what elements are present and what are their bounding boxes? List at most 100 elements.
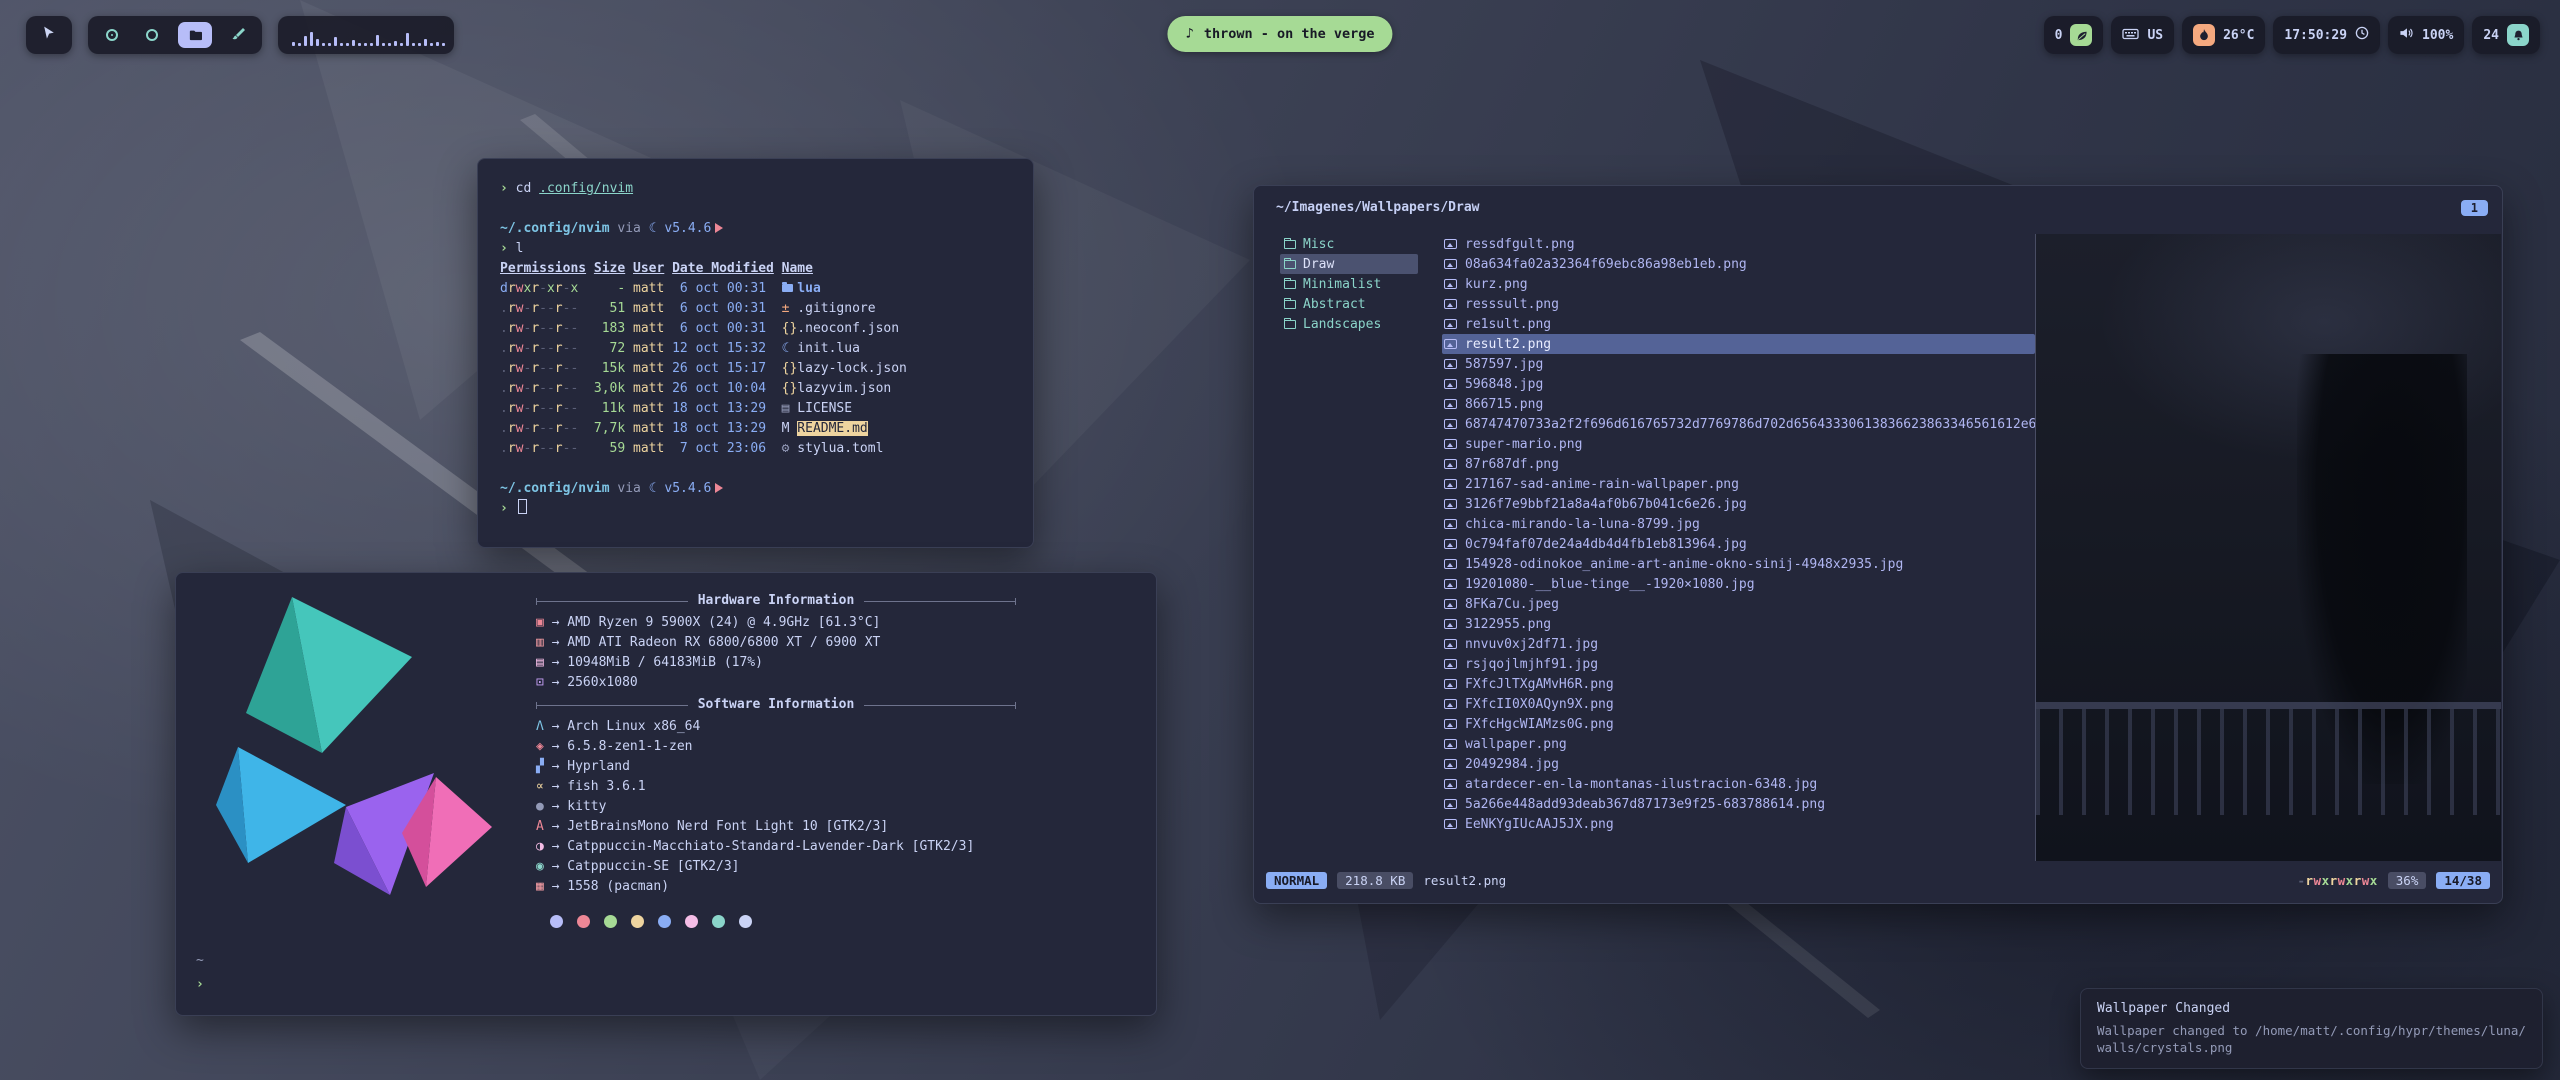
fetch-row: Λ→Arch Linux x86_64 — [536, 717, 1016, 737]
file-list-item[interactable]: 87r687df.png — [1442, 454, 2035, 474]
file-name: lazy-lock.json — [797, 361, 907, 376]
sidebar-folder-label: Minimalist — [1303, 277, 1381, 292]
fetch-row-icon: ▣ — [536, 613, 552, 633]
file-size: 15k — [594, 359, 625, 379]
image-file-icon — [1444, 359, 1457, 369]
file-list-item[interactable]: FXfcHgcWIAMzs0G.png — [1442, 714, 2035, 734]
file-list-item[interactable]: 0c794faf07de24a4db4d4fb1eb813964.jpg — [1442, 534, 2035, 554]
file-owner: matt — [633, 319, 664, 339]
tab-indicator[interactable]: 1 — [2461, 200, 2488, 216]
prompt-symbol: › — [500, 181, 508, 196]
fetch-row: ◈→6.5.8-zen1-1-zen — [536, 737, 1016, 757]
fetch-row-icon: ▦ — [536, 877, 552, 897]
notification-toast[interactable]: Wallpaper Changed Wallpaper changed to /… — [2080, 988, 2543, 1069]
palette-dot — [550, 915, 563, 928]
file-list-item[interactable]: 154928-odinokoe_anime-art-anime-okno-sin… — [1442, 554, 2035, 574]
sidebar-folder[interactable]: Abstract — [1280, 294, 1418, 314]
prompt-context-line: ~/.config/nvim via ☾ v5.4.6 — [500, 219, 1011, 239]
module-keyboard-layout[interactable]: US — [2111, 16, 2174, 54]
fetch-row-icon: ◑ — [536, 837, 552, 857]
file-list-item[interactable]: 866715.png — [1442, 394, 2035, 414]
dock-button-circle[interactable] — [138, 22, 166, 48]
system-info-window[interactable]: Hardware Information ▣→AMD Ryzen 9 5900X… — [175, 572, 1157, 1016]
file-list-item[interactable]: FXfcJlTXgAMvH6R.png — [1442, 674, 2035, 694]
file-list-item[interactable]: atardecer-en-la-montanas-ilustracion-634… — [1442, 774, 2035, 794]
file-list-item[interactable]: wallpaper.png — [1442, 734, 2035, 754]
fetch-row-value: 2560x1080 — [567, 673, 637, 693]
bell-icon — [2507, 24, 2529, 46]
file-list-item[interactable]: FXfcII0X0AQyn9X.png — [1442, 694, 2035, 714]
dock-button-files[interactable] — [178, 22, 212, 48]
prompt-symbol[interactable]: › — [196, 975, 204, 995]
clock-value: 17:50:29 — [2284, 28, 2347, 43]
prompt-flag-icon — [715, 483, 723, 493]
file-list-item[interactable]: 587597.jpg — [1442, 354, 2035, 374]
file-manager-window[interactable]: ~/Imagenes/Wallpapers/Draw 1 Misc Draw M… — [1253, 185, 2503, 904]
sidebar-folder[interactable]: Minimalist — [1280, 274, 1418, 294]
file-date: 6 oct 00:31 — [672, 279, 774, 299]
module-updates[interactable]: 0 — [2044, 16, 2104, 54]
fetch-row-icon: ◈ — [536, 737, 552, 757]
arrow-icon: → — [552, 717, 560, 737]
music-player-widget[interactable]: ♪ thrown - on the verge — [1167, 16, 1392, 52]
arrow-icon: → — [552, 673, 560, 693]
module-clock[interactable]: 17:50:29 — [2273, 16, 2380, 54]
dock-button-record[interactable] — [98, 22, 126, 48]
file-list-item[interactable]: rsjqojlmjhf91.jpg — [1442, 654, 2035, 674]
image-file-icon — [1444, 799, 1457, 809]
file-size: 72 — [594, 339, 625, 359]
fetch-row: ▞→Hyprland — [536, 757, 1016, 777]
file-list-item[interactable]: 08a634fa02a32364f69ebc86a98eb1eb.png — [1442, 254, 2035, 274]
image-file-icon — [1444, 279, 1457, 289]
launcher-button[interactable] — [26, 16, 72, 54]
fetch-row: ●→kitty — [536, 797, 1016, 817]
file-list-item-name: 587597.jpg — [1465, 357, 1543, 372]
file-list-item[interactable]: 8FKa7Cu.jpeg — [1442, 594, 2035, 614]
file-list-item-name: FXfcJlTXgAMvH6R.png — [1465, 677, 1614, 692]
module-notifications[interactable]: 24 — [2472, 16, 2540, 54]
dock-button-paint[interactable] — [224, 22, 252, 48]
file-list-item[interactable]: resssult.png — [1442, 294, 2035, 314]
file-list-item[interactable]: 19201080-__blue-tinge__-1920×1080.jpg — [1442, 574, 2035, 594]
file-list-item[interactable]: 3126f7e9bbf21a8a4af0b67b041c6e26.jpg — [1442, 494, 2035, 514]
active-prompt-line[interactable]: › — [500, 499, 1011, 519]
terminal-file-row: .rw-r--r--59matt 7 oct 23:06⚙stylua.toml — [500, 439, 1011, 459]
file-type-icon: ☾ — [782, 339, 798, 359]
file-list-item-name: 8FKa7Cu.jpeg — [1465, 597, 1559, 612]
palette-dot — [712, 915, 725, 928]
file-list-item[interactable]: kurz.png — [1442, 274, 2035, 294]
file-list-item-name: rsjqojlmjhf91.jpg — [1465, 657, 1598, 672]
file-list-item[interactable]: 20492984.jpg — [1442, 754, 2035, 774]
file-list-item[interactable]: 217167-sad-anime-rain-wallpaper.png — [1442, 474, 2035, 494]
module-volume[interactable]: 100% — [2388, 16, 2464, 54]
file-list-item[interactable]: nnvuv0xj2df71.jpg — [1442, 634, 2035, 654]
file-list-item-name: EeNKYgIUcAAJ5JX.png — [1465, 817, 1614, 832]
file-name: stylua.toml — [797, 441, 883, 456]
fetch-row: ▦→1558 (pacman) — [536, 877, 1016, 897]
file-list-item[interactable]: 3122955.png — [1442, 614, 2035, 634]
file-list-item[interactable]: 5a266e448add93deab367d87173e9f25-6837886… — [1442, 794, 2035, 814]
sidebar-folder[interactable]: Landscapes — [1280, 314, 1418, 334]
text-cursor — [518, 499, 527, 514]
image-file-icon — [1444, 319, 1457, 329]
visualizer-bar — [376, 35, 379, 46]
module-temperature[interactable]: 26°C — [2182, 16, 2265, 54]
file-permissions: .rw-r--r-- — [500, 399, 586, 419]
file-list-item[interactable]: 596848.jpg — [1442, 374, 2035, 394]
file-list-item[interactable]: EeNKYgIUcAAJ5JX.png — [1442, 814, 2035, 834]
file-owner: matt — [633, 379, 664, 399]
sidebar-folder[interactable]: Draw — [1280, 254, 1418, 274]
image-preview-pane — [2035, 234, 2501, 861]
file-list-item[interactable]: chica-mirando-la-luna-8799.jpg — [1442, 514, 2035, 534]
visualizer-bar — [412, 43, 415, 46]
file-list-item[interactable]: 68747470733a2f2f696d616765732d7769786d70… — [1442, 414, 2035, 434]
file-list-item[interactable]: result2.png — [1442, 334, 2035, 354]
terminal-window[interactable]: › cd .config/nvim ~/.config/nvim via ☾ v… — [477, 158, 1034, 548]
terminal-file-row: .rw-r--r--15kmatt26 oct 15:17{}lazy-lock… — [500, 359, 1011, 379]
file-list-item-name: 5a266e448add93deab367d87173e9f25-6837886… — [1465, 797, 1825, 812]
image-file-icon — [1444, 339, 1457, 349]
file-list-item[interactable]: super-mario.png — [1442, 434, 2035, 454]
sidebar-folder[interactable]: Misc — [1280, 234, 1418, 254]
file-list-item[interactable]: re1sult.png — [1442, 314, 2035, 334]
file-list-item[interactable]: ressdfgult.png — [1442, 234, 2035, 254]
